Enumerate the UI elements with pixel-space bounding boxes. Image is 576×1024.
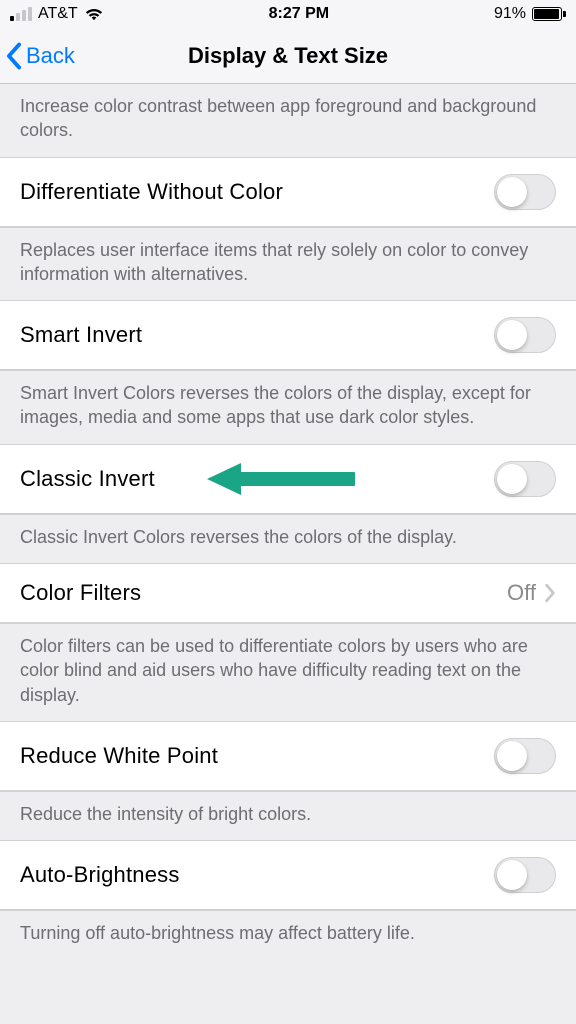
classic-invert-toggle[interactable] [494,461,556,497]
chevron-right-icon [544,583,556,603]
smart-invert-row[interactable]: Smart Invert [0,300,576,370]
battery-percent-label: 91% [494,5,526,23]
color-filters-footer: Color filters can be used to differentia… [0,623,576,721]
cellular-signal-icon [10,7,32,21]
increase-contrast-footer: Increase color contrast between app fore… [0,84,576,157]
color-filters-row[interactable]: Color Filters Off [0,563,576,623]
wifi-icon [84,7,104,21]
status-right: 91% [494,5,566,23]
auto-brightness-row[interactable]: Auto-Brightness [0,840,576,910]
smart-invert-footer: Smart Invert Colors reverses the colors … [0,370,576,444]
back-button[interactable]: Back [6,28,75,83]
classic-invert-label: Classic Invert [20,466,155,492]
reduce-white-point-toggle[interactable] [494,738,556,774]
color-filters-label: Color Filters [20,580,141,606]
color-filters-value: Off [507,580,536,606]
differentiate-without-color-toggle[interactable] [494,174,556,210]
differentiate-without-color-row[interactable]: Differentiate Without Color [0,157,576,227]
settings-list: Increase color contrast between app fore… [0,84,576,960]
carrier-label: AT&T [38,5,78,23]
differentiate-without-color-footer: Replaces user interface items that rely … [0,227,576,301]
status-bar: AT&T 8:27 PM 91% [0,0,576,28]
auto-brightness-toggle[interactable] [494,857,556,893]
auto-brightness-label: Auto-Brightness [20,862,180,888]
reduce-white-point-row[interactable]: Reduce White Point [0,721,576,791]
reduce-white-point-footer: Reduce the intensity of bright colors. [0,791,576,840]
page-title: Display & Text Size [188,43,388,69]
classic-invert-row[interactable]: Classic Invert [0,444,576,514]
chevron-left-icon [6,42,22,70]
status-left: AT&T [10,5,104,23]
status-time: 8:27 PM [269,5,329,23]
smart-invert-label: Smart Invert [20,322,142,348]
back-label: Back [26,43,75,69]
nav-bar: Back Display & Text Size [0,28,576,84]
differentiate-without-color-label: Differentiate Without Color [20,179,283,205]
battery-icon [532,7,566,21]
classic-invert-footer: Classic Invert Colors reverses the color… [0,514,576,563]
smart-invert-toggle[interactable] [494,317,556,353]
reduce-white-point-label: Reduce White Point [20,743,218,769]
annotation-arrow-icon [205,459,355,499]
auto-brightness-footer: Turning off auto-brightness may affect b… [0,910,576,959]
